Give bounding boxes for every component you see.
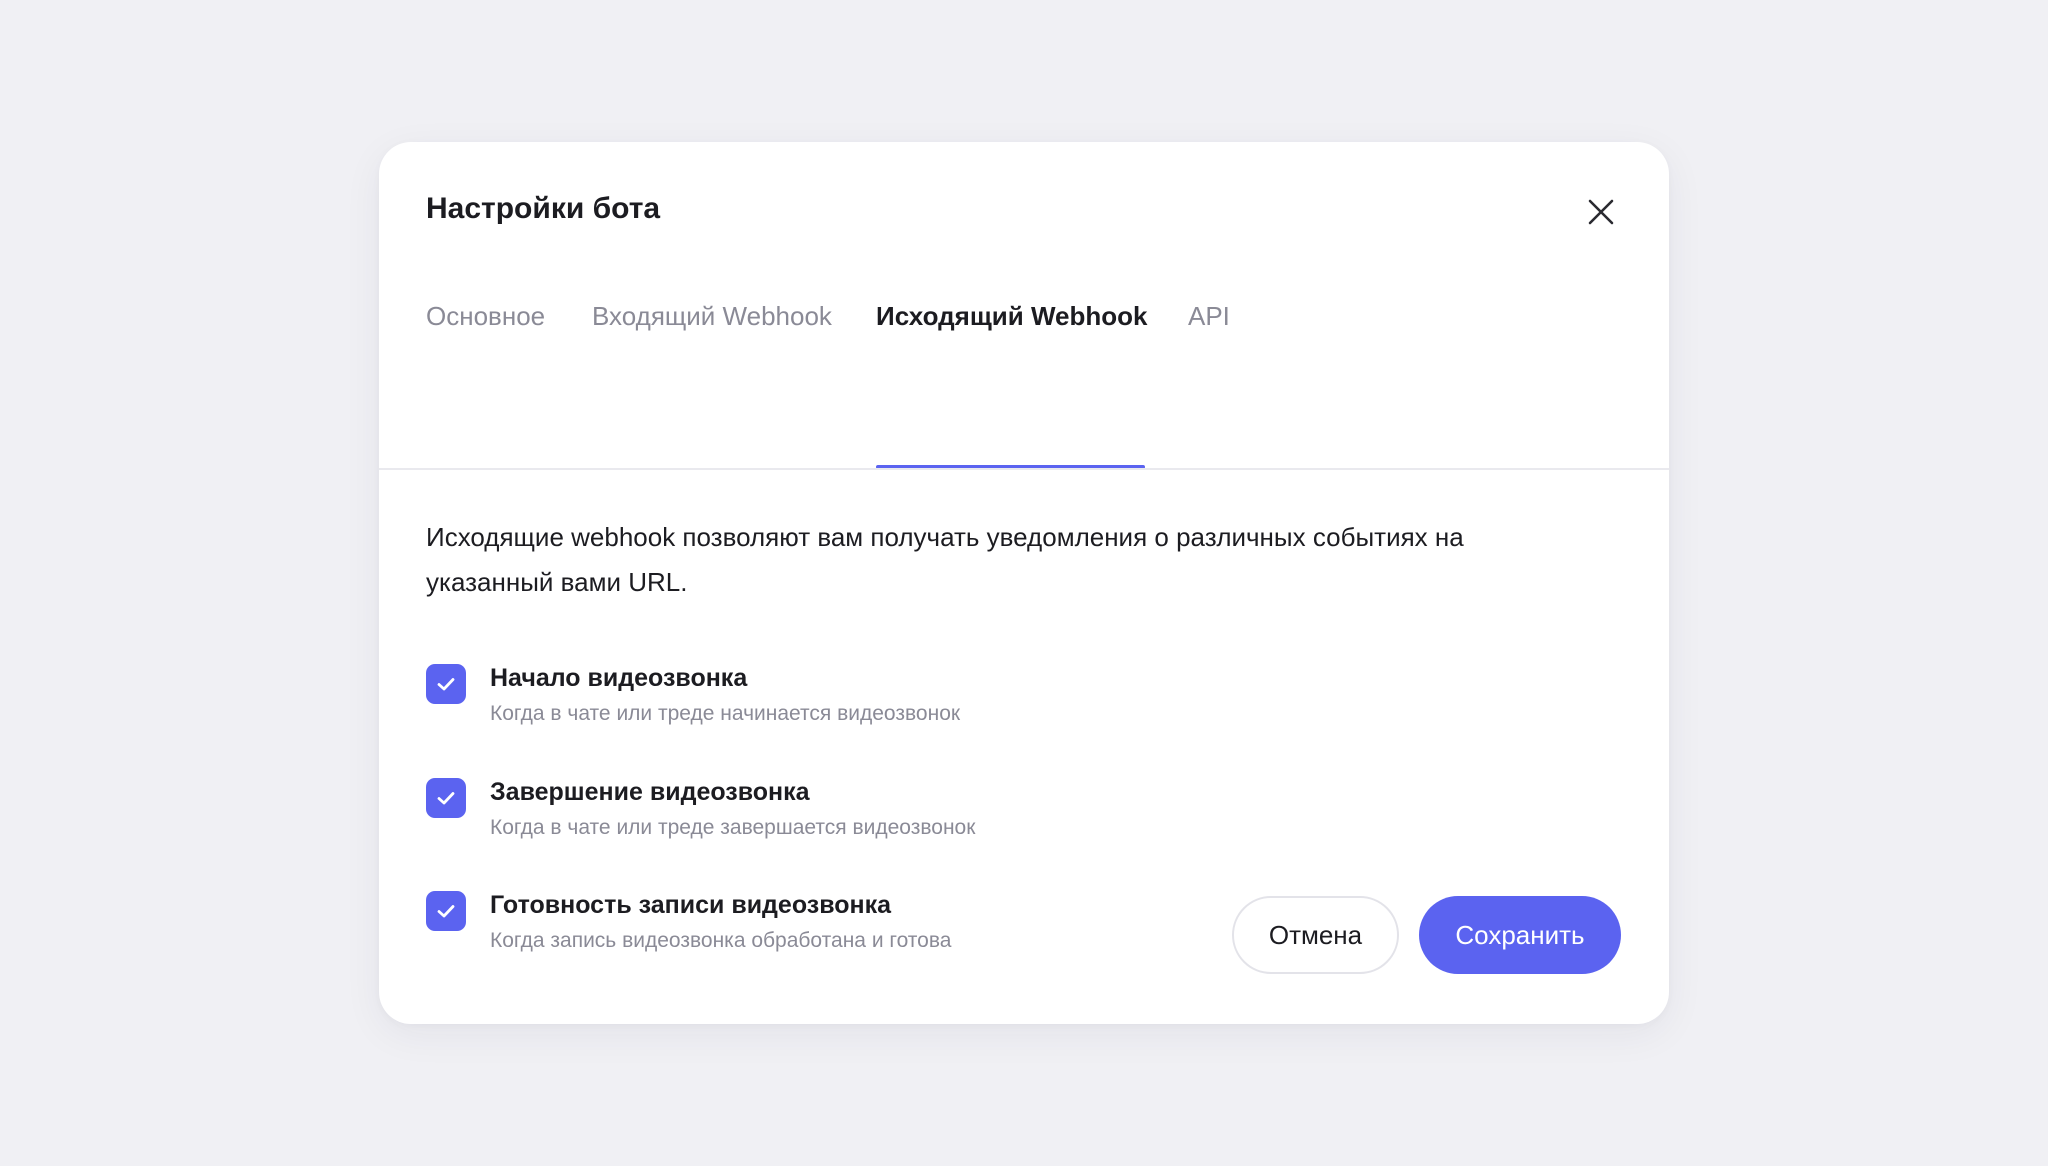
dialog-title: Настройки бота bbox=[426, 192, 661, 225]
checkbox-recording-ready[interactable] bbox=[426, 891, 466, 931]
cancel-button[interactable]: Отмена bbox=[1232, 896, 1399, 974]
event-subtitle: Когда запись видеозвонка обработана и го… bbox=[490, 929, 952, 952]
description-line-2: указанный вами URL. bbox=[426, 567, 688, 597]
checkbox-call-start[interactable] bbox=[426, 664, 466, 704]
event-recording-ready: Готовность записи видеозвонка Когда запи… bbox=[426, 889, 1576, 969]
check-icon bbox=[437, 678, 455, 691]
bot-settings-dialog: Настройки бота Основное Входящий Webhook… bbox=[379, 142, 1669, 1024]
event-call-start: Начало видеозвонка Когда в чате или тред… bbox=[426, 662, 1576, 742]
event-title: Готовность записи видеозвонка bbox=[490, 891, 892, 919]
check-icon bbox=[437, 905, 455, 918]
description-line-1: Исходящие webhook позволяют вам получать… bbox=[426, 522, 1464, 552]
checkbox-call-end[interactable] bbox=[426, 778, 466, 818]
tabs-divider bbox=[379, 468, 1669, 470]
description-text: Исходящие webhook позволяют вам получать… bbox=[426, 515, 1586, 605]
close-icon bbox=[1588, 199, 1614, 225]
tab-general[interactable]: Основное bbox=[426, 299, 545, 333]
event-subtitle: Когда в чате или треде начинается видеоз… bbox=[490, 702, 961, 725]
close-button[interactable] bbox=[1583, 194, 1619, 230]
tab-api[interactable]: API bbox=[1188, 299, 1230, 333]
event-title: Завершение видеозвонка bbox=[490, 778, 810, 806]
event-call-end: Завершение видеозвонка Когда в чате или … bbox=[426, 776, 1576, 856]
save-button[interactable]: Сохранить bbox=[1419, 896, 1621, 974]
event-subtitle: Когда в чате или треде завершается видео… bbox=[490, 816, 976, 839]
tab-incoming-webhook[interactable]: Входящий Webhook bbox=[592, 299, 832, 333]
check-icon bbox=[437, 792, 455, 805]
event-title: Начало видеозвонка bbox=[490, 664, 748, 692]
tab-outgoing-webhook[interactable]: Исходящий Webhook bbox=[876, 299, 1147, 333]
